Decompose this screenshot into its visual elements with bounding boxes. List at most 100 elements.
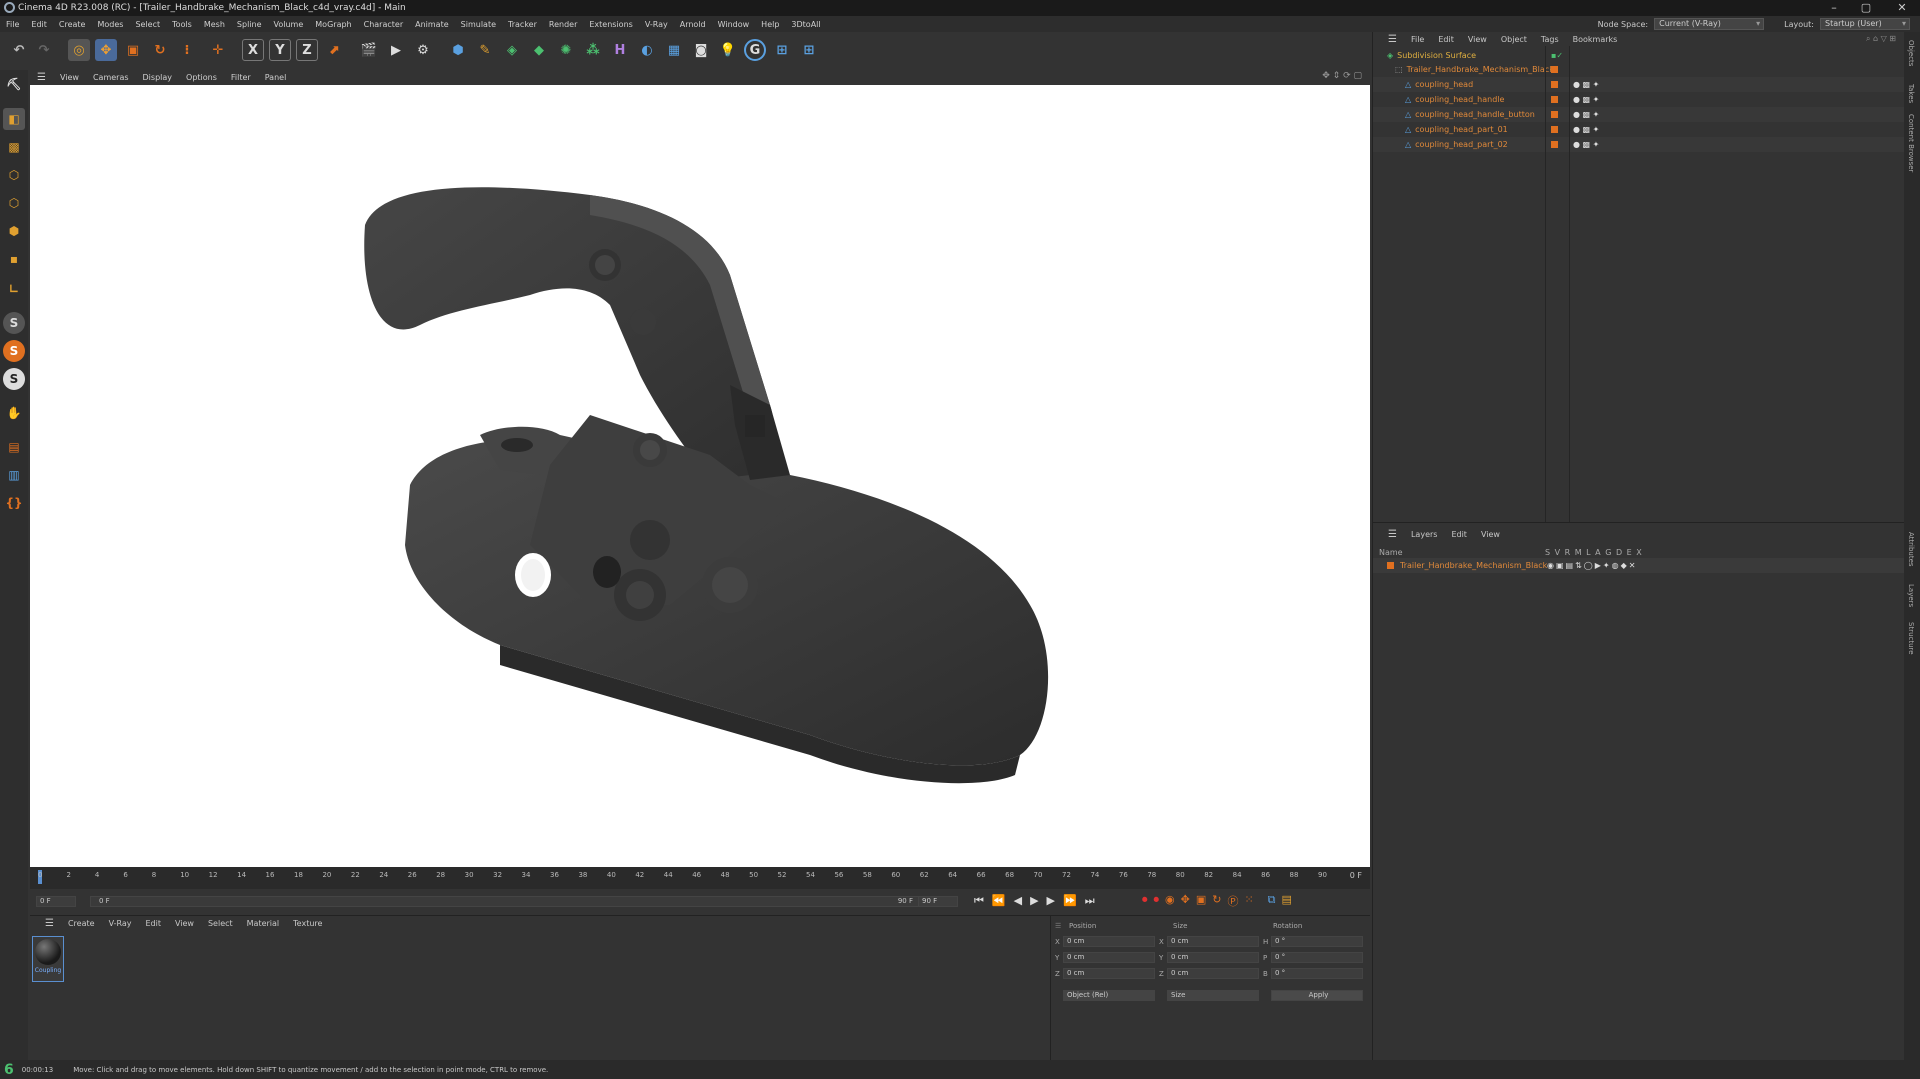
material-tag-icon[interactable]: ● ▩ ✦ (1573, 95, 1599, 104)
python-script-icon-2[interactable]: ⊞ (798, 39, 820, 61)
maximize-button[interactable]: ▢ (1852, 0, 1880, 16)
camera-icon[interactable]: ◙ (690, 39, 712, 61)
soft-selection-icon[interactable]: ✋ (3, 402, 25, 424)
mograph-cloner-icon[interactable]: ✺ (555, 39, 577, 61)
menu-create[interactable]: Create (53, 20, 92, 29)
array-generator-icon[interactable]: ◆ (528, 39, 550, 61)
layer-flag-icons[interactable]: ◉▣▤⇅◯▶✦◍◆✕ (1547, 561, 1637, 570)
viewport-menu-display[interactable]: Display (136, 73, 180, 82)
light-icon[interactable]: 💡 (717, 39, 739, 61)
key-pla-icon[interactable]: ⁙ (1244, 893, 1253, 909)
subdivision-generator-icon[interactable]: ◈ (501, 39, 523, 61)
snap-icon[interactable]: S (3, 312, 25, 334)
lock-x-axis-icon[interactable]: X (242, 39, 264, 61)
axis-mode-icon[interactable]: ▪ (3, 248, 25, 270)
mat-menu-select[interactable]: Select (201, 919, 240, 928)
layer-color-swatch[interactable] (1551, 81, 1558, 88)
minimize-button[interactable]: – (1820, 0, 1848, 16)
obj-menu-bookmarks[interactable]: Bookmarks (1566, 35, 1625, 44)
menu-animate[interactable]: Animate (409, 20, 455, 29)
menu-file[interactable]: File (0, 20, 25, 29)
menu-help[interactable]: Help (755, 20, 785, 29)
field-icon[interactable]: H (609, 39, 631, 61)
go-to-end-icon[interactable]: ⏭ (1085, 894, 1095, 908)
end-frame-field[interactable]: 90 F (918, 896, 958, 907)
menu-character[interactable]: Character (358, 20, 410, 29)
key-scale-icon[interactable]: ▣ (1196, 893, 1206, 909)
play-icon[interactable]: ▶ (1030, 894, 1038, 908)
enabled-check-icon[interactable]: ▪✓ (1551, 51, 1563, 60)
layers-menu-view[interactable]: View (1474, 530, 1507, 539)
key-selection-icon[interactable]: ◉ (1165, 893, 1175, 909)
material-tag-icon[interactable]: ● ▩ ✦ (1573, 125, 1599, 134)
model-mode-icon[interactable]: ◧ (3, 108, 25, 130)
apply-button[interactable]: Apply (1271, 990, 1363, 1001)
viewport-menu-filter[interactable]: Filter (224, 73, 258, 82)
lock-z-axis-icon[interactable]: Z (296, 39, 318, 61)
mat-menu-material[interactable]: Material (240, 919, 287, 928)
lock-y-axis-icon[interactable]: Y (269, 39, 291, 61)
obj-menu-file[interactable]: File (1404, 35, 1431, 44)
go-to-start-icon[interactable]: ⏮ (974, 894, 984, 908)
vray-logo-icon[interactable]: G (744, 39, 766, 61)
mat-menu-create[interactable]: Create (61, 919, 102, 928)
dopesheet-icon[interactable]: ▤ (1282, 893, 1292, 909)
auto-keying-icon[interactable]: ⏺ (1154, 893, 1160, 909)
step-back-icon[interactable]: ◀ (1014, 894, 1022, 908)
recent-tools-icon[interactable]: ⁝ (176, 39, 198, 61)
tab-content-browser[interactable]: Content Browser (1907, 114, 1915, 172)
mat-menu-vray[interactable]: V-Ray (102, 919, 139, 928)
viewport-nav-icons[interactable]: ✥ ⇕ ⟳ ▢ (1322, 71, 1362, 81)
cube-primitive-icon[interactable]: ⬢ (447, 39, 469, 61)
layer-color-swatch[interactable] (1551, 111, 1558, 118)
material-tag-icon[interactable]: ● ▩ ✦ (1573, 80, 1599, 89)
menu-edit[interactable]: Edit (25, 20, 53, 29)
menu-spline[interactable]: Spline (231, 20, 268, 29)
material-hamburger-icon[interactable]: ☰ (38, 918, 61, 929)
mat-menu-view[interactable]: View (168, 919, 201, 928)
layers-hamburger-icon[interactable]: ☰ (1381, 529, 1404, 540)
layers-menu-edit[interactable]: Edit (1444, 530, 1474, 539)
menu-volume[interactable]: Volume (268, 20, 310, 29)
viewport-menu-panel[interactable]: Panel (258, 73, 294, 82)
undo-icon[interactable]: ↶ (8, 39, 30, 61)
tab-structure[interactable]: Structure (1907, 622, 1915, 655)
points-mode-icon[interactable]: ⬡ (3, 164, 25, 186)
render-region-icon[interactable]: 🎬 (358, 39, 380, 61)
transform-tool-icon[interactable]: ✛ (207, 39, 229, 61)
grid-icon[interactable]: ▤ (3, 436, 25, 458)
edges-mode-icon[interactable]: ⬡ (3, 192, 25, 214)
python-script-icon-1[interactable]: ⊞ (771, 39, 793, 61)
move-tool-icon[interactable]: ✥ (95, 39, 117, 61)
deformer-icon[interactable]: ⁂ (582, 39, 604, 61)
layer-color-swatch[interactable] (1551, 126, 1558, 133)
material-tag-icon[interactable]: ● ▩ ✦ (1573, 140, 1599, 149)
3d-viewport[interactable] (30, 85, 1370, 867)
tab-takes[interactable]: Takes (1907, 84, 1915, 103)
tab-objects[interactable]: Objects (1907, 40, 1915, 66)
object-row[interactable]: ◈ Subdivision Surface ▪✓ (1373, 48, 1905, 63)
step-forward-icon[interactable]: ▶ (1047, 894, 1055, 908)
menu-arnold[interactable]: Arnold (674, 20, 712, 29)
object-row[interactable]: △ coupling_head_part_01 ● ▩ ✦ (1373, 122, 1905, 137)
redo-icon[interactable]: ↷ (33, 39, 55, 61)
menu-tracker[interactable]: Tracker (502, 20, 543, 29)
layer-color-swatch[interactable] (1551, 141, 1558, 148)
tab-layers[interactable]: Layers (1907, 584, 1915, 607)
coordinate-mode-dropdown[interactable]: Object (Rel) (1063, 990, 1155, 1001)
lock-workplane-icon[interactable]: ▥ (3, 464, 25, 486)
layer-color-swatch[interactable] (1387, 562, 1394, 569)
pos-y-field[interactable]: 0 cm (1063, 952, 1155, 963)
start-frame-field[interactable]: 0 F (36, 896, 76, 907)
size-mode-dropdown[interactable]: Size (1167, 990, 1259, 1001)
obj-menu-object[interactable]: Object (1494, 35, 1534, 44)
rot-h-field[interactable]: 0 ° (1271, 936, 1363, 947)
viewport-menu-cameras[interactable]: Cameras (86, 73, 136, 82)
texture-mode-icon[interactable]: ▩ (3, 136, 25, 158)
object-row[interactable]: ⬚ Trailer_Handbrake_Mechanism_Black (1373, 62, 1905, 77)
key-rotation-icon[interactable]: ↻ (1212, 893, 1221, 909)
obj-menu-tags[interactable]: Tags (1534, 35, 1566, 44)
layer-color-swatch[interactable] (1551, 66, 1558, 73)
solo-icon[interactable]: S (3, 340, 25, 362)
live-selection-icon[interactable]: ◎ (68, 39, 90, 61)
